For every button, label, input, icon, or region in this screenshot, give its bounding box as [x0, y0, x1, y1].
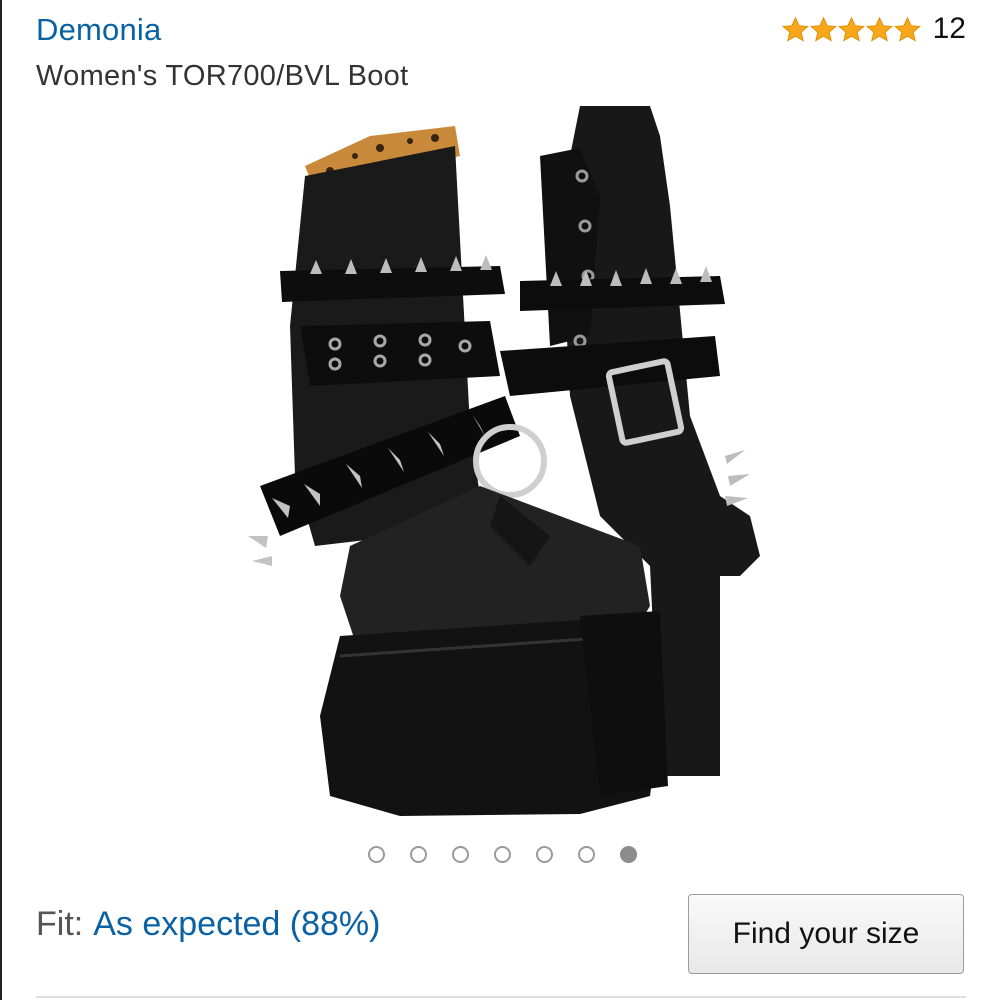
fit-label: Fit: [36, 905, 84, 943]
carousel-dot[interactable] [493, 846, 511, 863]
boot-product-image[interactable] [220, 96, 780, 826]
carousel-dot[interactable] [535, 846, 553, 863]
carousel-dot[interactable] [409, 846, 427, 863]
carousel-dot[interactable] [367, 846, 385, 863]
star-icon [865, 16, 893, 42]
find-your-size-button[interactable]: Find your size [688, 894, 964, 974]
star-rating [781, 16, 921, 43]
star-icon [781, 16, 809, 42]
brand-link[interactable]: Demonia [36, 12, 161, 48]
product-title: Women's TOR700/BVL Boot [36, 60, 409, 92]
carousel-dots [0, 846, 1000, 863]
rating-summary[interactable]: 12 [781, 12, 966, 46]
star-icon [893, 16, 921, 42]
divider [36, 996, 966, 998]
carousel-dot-active[interactable] [619, 846, 637, 863]
carousel-dot[interactable] [577, 846, 595, 863]
rating-count: 12 [932, 12, 966, 45]
fit-value-link[interactable]: As expected (88%) [93, 905, 380, 944]
star-icon [809, 16, 837, 42]
fit-info: Fit: As expected (88%) [36, 905, 380, 944]
star-icon [837, 16, 865, 42]
carousel-dot[interactable] [451, 846, 469, 863]
